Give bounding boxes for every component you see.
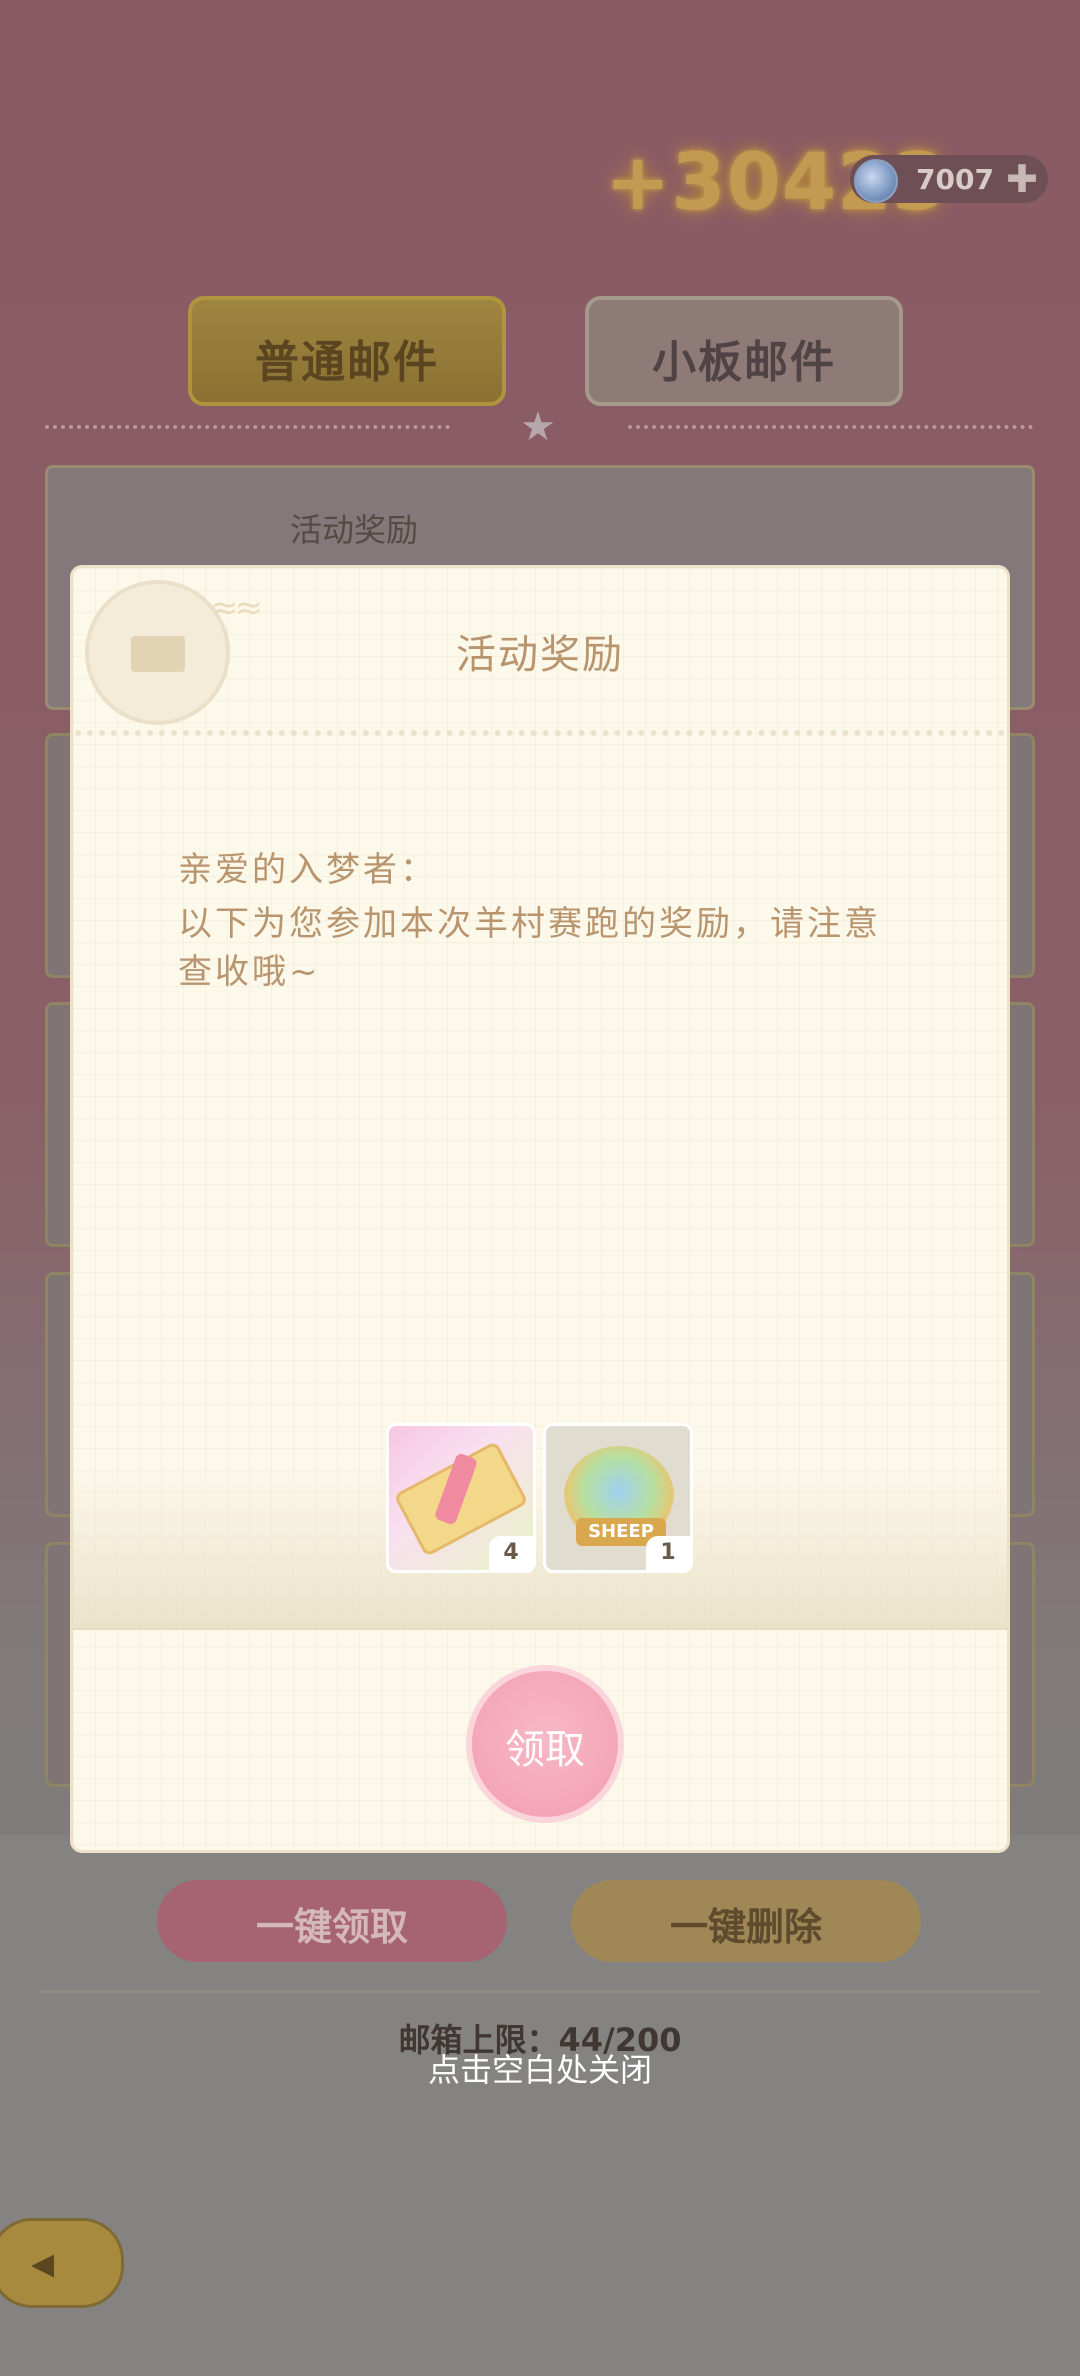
- currency-counter[interactable]: 7007 ✚: [850, 155, 1048, 203]
- star-gem-icon: [854, 159, 898, 203]
- plus-icon[interactable]: ✚: [1006, 157, 1038, 201]
- tab-normal-mail-label: 普通邮件: [255, 337, 439, 388]
- reward-item-ticket[interactable]: 4: [386, 1423, 536, 1573]
- mail-body: 以下为您参加本次羊村赛跑的奖励，请注意查收哦~: [178, 904, 881, 992]
- tab-board-mail-label: 小板邮件: [652, 337, 836, 388]
- divider: [40, 1990, 1040, 1993]
- rewards-area: [72, 1470, 1008, 1630]
- back-arrow-icon: ◂: [31, 2235, 55, 2289]
- claim-all-label: 一键领取: [255, 1905, 408, 1949]
- divider: [72, 1628, 1008, 1630]
- delete-all-button[interactable]: 一键删除: [571, 1880, 921, 1962]
- tab-normal-mail[interactable]: 普通邮件: [188, 296, 506, 406]
- perforation-divider: [75, 730, 1005, 736]
- reward-count: 4: [489, 1536, 533, 1570]
- reward-count: 1: [646, 1536, 690, 1570]
- mail-greeting: 亲爱的入梦者：: [178, 850, 437, 890]
- delete-all-label: 一键删除: [669, 1905, 822, 1949]
- close-hint: 点击空白处关闭: [427, 2051, 652, 2089]
- claim-all-button[interactable]: 一键领取: [157, 1880, 507, 1962]
- star-icon: ★: [520, 404, 556, 450]
- currency-amount: 7007: [916, 163, 994, 196]
- back-button[interactable]: ◂: [0, 2218, 124, 2308]
- modal-title: 活动奖励: [456, 632, 624, 678]
- claim-button[interactable]: 领取: [466, 1665, 624, 1823]
- mail-item-title: 活动奖励: [290, 511, 419, 549]
- tab-board-mail[interactable]: 小板邮件: [585, 296, 903, 406]
- divider: [45, 425, 450, 429]
- claim-button-label: 领取: [505, 1727, 585, 1773]
- divider: [628, 425, 1033, 429]
- mail-detail-modal: [70, 565, 1010, 1853]
- reward-item-badge[interactable]: SHEEP 1: [543, 1423, 693, 1573]
